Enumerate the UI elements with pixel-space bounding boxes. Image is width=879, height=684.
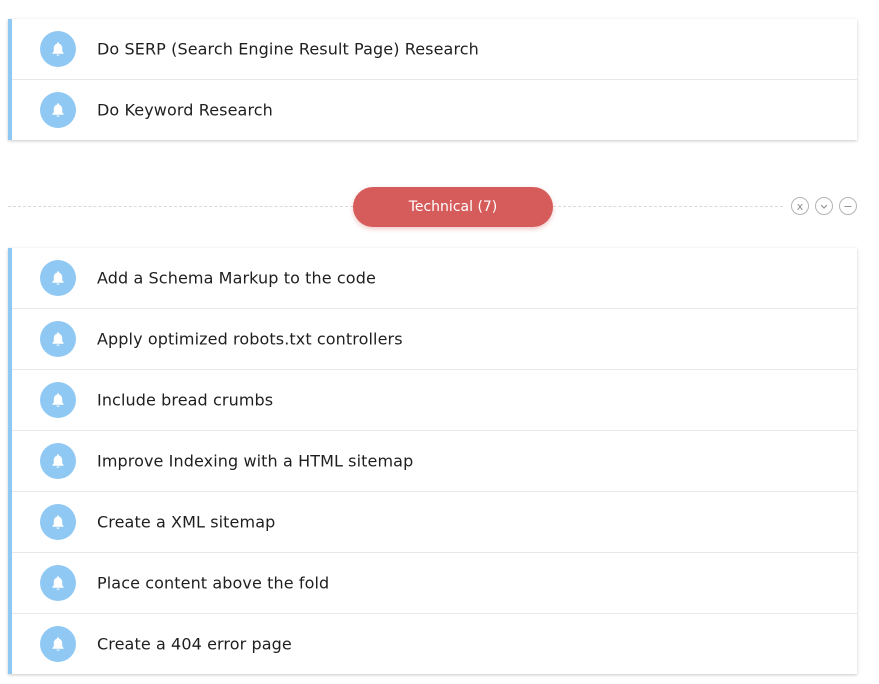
task-item[interactable]: Create a XML sitemap — [12, 492, 857, 553]
task-item[interactable]: Apply optimized robots.txt controllers — [12, 309, 857, 370]
task-item[interactable]: Create a 404 error page — [12, 614, 857, 674]
task-label: Apply optimized robots.txt controllers — [97, 329, 403, 349]
task-label: Place content above the fold — [97, 573, 330, 593]
task-item[interactable]: Include bread crumbs — [12, 370, 857, 431]
task-item[interactable]: Do SERP (Search Engine Result Page) Rese… — [12, 19, 857, 80]
chevron-down-icon[interactable] — [815, 197, 833, 215]
bell-icon — [40, 31, 76, 67]
task-label: Do Keyword Research — [97, 100, 273, 120]
task-item[interactable]: Improve Indexing with a HTML sitemap — [12, 431, 857, 492]
task-label: Do SERP (Search Engine Result Page) Rese… — [97, 39, 479, 59]
task-group-card: Do SERP (Search Engine Result Page) Rese… — [8, 19, 857, 140]
bell-icon — [40, 565, 76, 601]
divider — [8, 206, 353, 207]
bell-icon — [40, 321, 76, 357]
group-title-pill[interactable]: Technical (7) — [353, 187, 553, 227]
task-list-page: Do SERP (Search Engine Result Page) Rese… — [0, 0, 879, 684]
close-icon[interactable]: x — [791, 197, 809, 215]
task-label: Create a 404 error page — [97, 634, 292, 654]
task-item[interactable]: Do Keyword Research — [12, 80, 857, 140]
task-item[interactable]: Place content above the fold — [12, 553, 857, 614]
technical-group-header: Technical (7) x − — [8, 187, 857, 227]
task-label: Improve Indexing with a HTML sitemap — [97, 451, 414, 471]
minus-icon[interactable]: − — [839, 197, 857, 215]
bell-icon — [40, 382, 76, 418]
task-item[interactable]: Add a Schema Markup to the code — [12, 248, 857, 309]
divider — [553, 206, 783, 207]
bell-icon — [40, 504, 76, 540]
bell-icon — [40, 92, 76, 128]
bell-icon — [40, 626, 76, 662]
task-group-card: Add a Schema Markup to the code Apply op… — [8, 248, 857, 674]
bell-icon — [40, 260, 76, 296]
task-label: Create a XML sitemap — [97, 512, 276, 532]
bell-icon — [40, 443, 76, 479]
task-label: Include bread crumbs — [97, 390, 274, 410]
group-actions: x − — [791, 197, 857, 215]
task-label: Add a Schema Markup to the code — [97, 268, 376, 288]
